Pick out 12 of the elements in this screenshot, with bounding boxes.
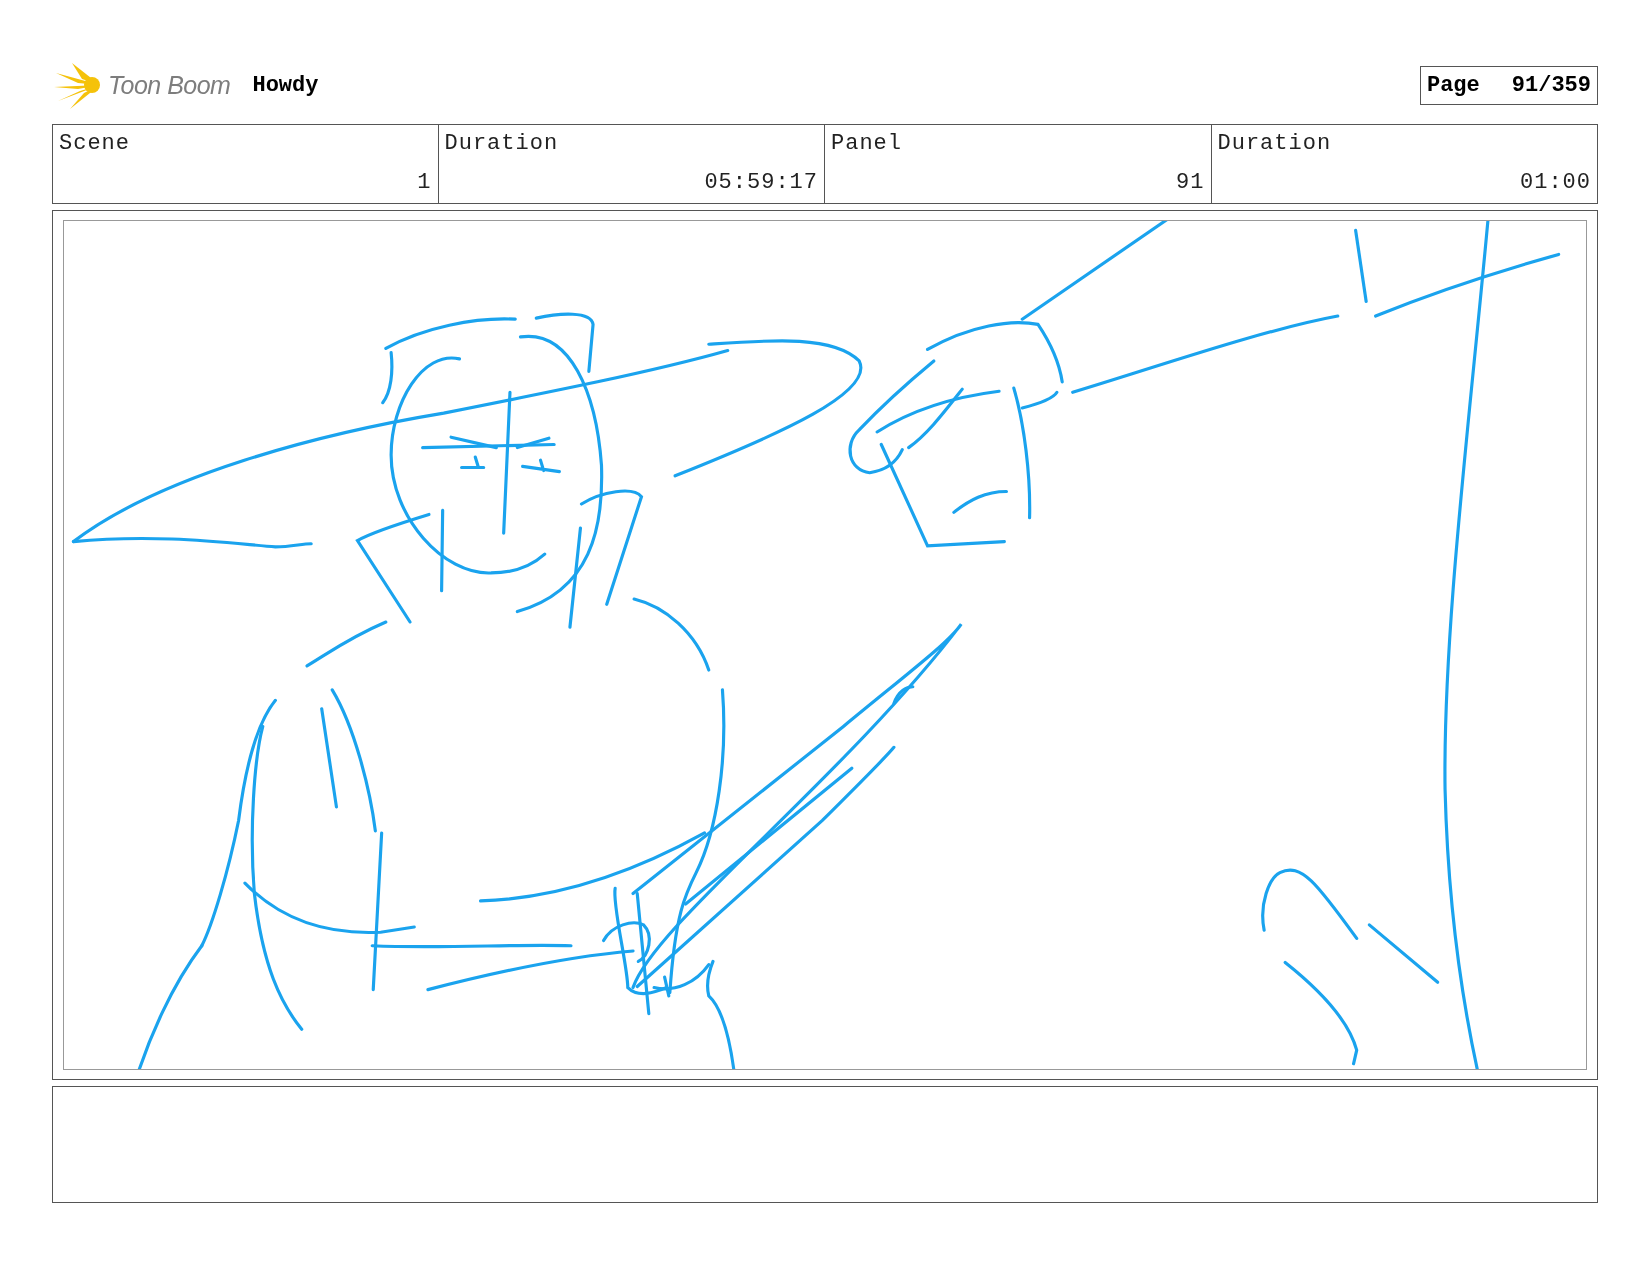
table-cell: 05:59:17 xyxy=(704,170,818,195)
page-label: Page xyxy=(1426,72,1480,98)
project-title: Howdy xyxy=(252,72,319,98)
column-header: Scene xyxy=(59,131,131,156)
page-number: 91/359 xyxy=(1511,72,1591,98)
column-header: Duration xyxy=(444,131,560,156)
logo-text: Toon Boom xyxy=(108,70,231,100)
column-header: Panel xyxy=(831,131,903,156)
table-cell: 1 xyxy=(417,170,432,195)
table-cell: 91 xyxy=(1176,170,1205,195)
table-cell: 01:00 xyxy=(1520,170,1591,195)
column-header: Duration xyxy=(1217,131,1333,156)
